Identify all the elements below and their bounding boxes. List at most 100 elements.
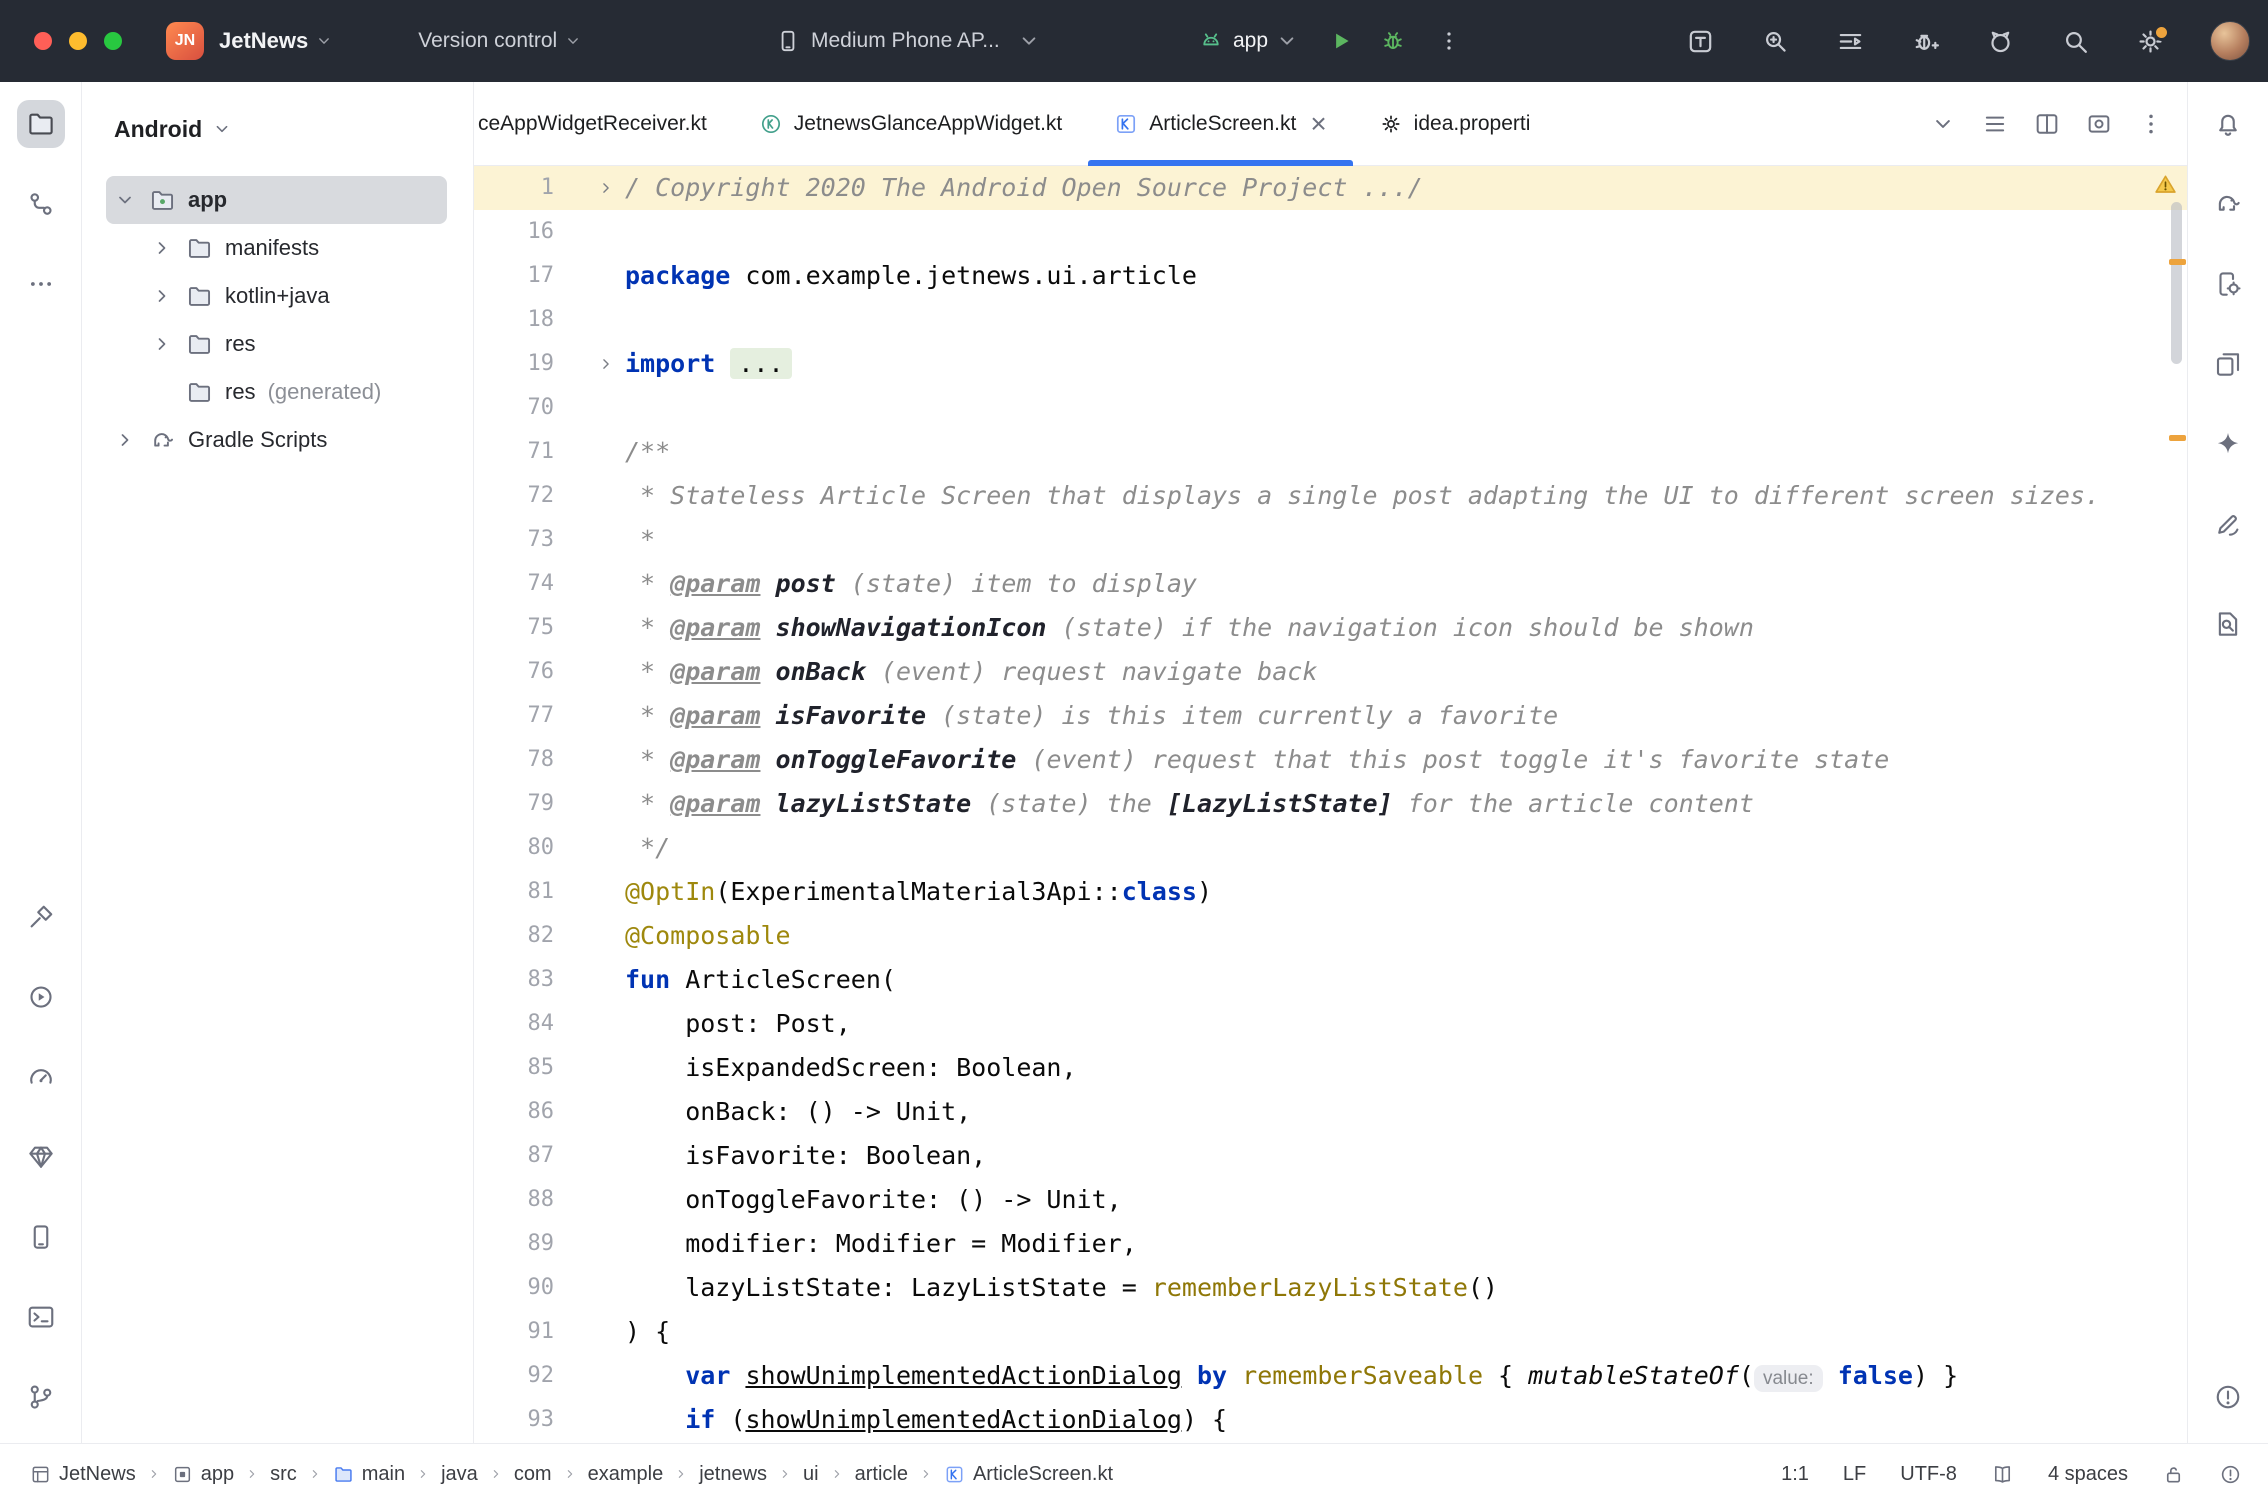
breadcrumb-item-articlescreen-kt[interactable]: ArticleScreen.kt (944, 1463, 1113, 1486)
code-text[interactable] (625, 386, 2187, 430)
tool-button-profiler-gauge[interactable] (17, 1053, 65, 1101)
breadcrumb-item-main[interactable]: main (333, 1463, 405, 1486)
code-text[interactable]: post: Post, (625, 1002, 2187, 1046)
breadcrumb-item-jetnews[interactable]: jetnews (699, 1463, 767, 1486)
vcs-widget[interactable]: Version control (418, 29, 557, 53)
code-text[interactable]: * @param lazyListState (state) the [Lazy… (625, 782, 2187, 826)
code-text[interactable]: ) { (625, 1310, 2187, 1354)
code-text[interactable]: onBack: () -> Unit, (625, 1090, 2187, 1134)
tool-button-find-in-file[interactable] (2204, 600, 2252, 648)
code-text[interactable]: * @param onBack (event) request navigate… (625, 650, 2187, 694)
chevron-right-icon[interactable] (150, 236, 174, 260)
project-view-selector[interactable]: Android (82, 82, 473, 176)
code-text[interactable]: import ... (625, 342, 2187, 386)
code-text[interactable]: */ (625, 826, 2187, 870)
editor-tab-ceappwidgetreceiver-kt[interactable]: ceAppWidgetReceiver.kt (474, 82, 733, 165)
tree-item-app[interactable]: app (106, 176, 447, 224)
tool-button-live-edit[interactable] (2204, 500, 2252, 548)
device-selector[interactable]: Medium Phone AP... (775, 28, 1042, 54)
code-text[interactable]: var showUnimplementedActionDialog by rem… (625, 1354, 2187, 1398)
warning-triangle-icon[interactable] (2152, 172, 2179, 197)
breadcrumb-item-java[interactable]: java (441, 1463, 478, 1486)
breadcrumb-item-src[interactable]: src (270, 1463, 297, 1486)
code-text[interactable]: lazyListState: LazyListState = rememberL… (625, 1266, 2187, 1310)
code-text[interactable]: modifier: Modifier = Modifier, (625, 1222, 2187, 1266)
code-text[interactable]: package com.example.jetnews.ui.article (625, 254, 2187, 298)
tool-button-build[interactable] (17, 893, 65, 941)
tool-button-gemini[interactable] (2204, 420, 2252, 468)
editor-scrollbar[interactable] (2171, 202, 2182, 364)
tree-item-kotlin-java[interactable]: kotlin+java (106, 272, 447, 320)
code-text[interactable]: / Copyright 2020 The Android Open Source… (625, 166, 2187, 210)
reading-mode-toggle[interactable] (1991, 1463, 2014, 1486)
editor-more-icon[interactable] (2137, 110, 2165, 138)
code-text[interactable]: * @param isFavorite (state) is this item… (625, 694, 2187, 738)
chevron-down-icon[interactable] (314, 31, 334, 51)
tool-button-more-tools[interactable] (17, 260, 65, 308)
tool-button-version-control[interactable] (17, 1373, 65, 1421)
run-button[interactable] (1328, 28, 1354, 54)
code-editor[interactable]: 1/ Copyright 2020 The Android Open Sourc… (474, 166, 2187, 1443)
tool-button-services[interactable] (17, 973, 65, 1021)
code-text[interactable] (625, 210, 2187, 254)
close-window-button[interactable] (34, 32, 52, 50)
breadcrumb-item-jetnews[interactable]: JetNews (30, 1463, 136, 1486)
tool-button-commit[interactable] (17, 180, 65, 228)
profiler-icon[interactable] (1985, 26, 2016, 57)
inspections-widget[interactable] (2219, 1463, 2242, 1486)
warning-stripe-mark[interactable] (2169, 435, 2186, 441)
code-text[interactable] (625, 298, 2187, 342)
code-text[interactable]: * Stateless Article Screen that displays… (625, 474, 2187, 518)
more-run-options-icon[interactable] (1436, 28, 1462, 54)
tool-button-device-manager[interactable] (2204, 260, 2252, 308)
chevron-right-icon[interactable] (596, 354, 616, 374)
caret-position[interactable]: 1:1 (1781, 1463, 1809, 1486)
chevron-right-icon[interactable] (596, 178, 616, 198)
tool-button-device-explorer[interactable] (17, 1213, 65, 1261)
code-text[interactable]: * @param showNavigationIcon (state) if t… (625, 606, 2187, 650)
debug-insights-icon[interactable] (1910, 26, 1941, 57)
code-text[interactable]: @Composable (625, 914, 2187, 958)
chevron-right-icon[interactable] (150, 284, 174, 308)
line-separator[interactable]: LF (1843, 1463, 1866, 1486)
zoom-window-button[interactable] (104, 32, 122, 50)
search-code-icon[interactable] (1760, 26, 1791, 57)
user-avatar[interactable] (2210, 21, 2250, 61)
tool-button-terminal[interactable] (17, 1293, 65, 1341)
file-encoding[interactable]: UTF-8 (1900, 1463, 1957, 1486)
code-text[interactable]: isFavorite: Boolean, (625, 1134, 2187, 1178)
chevron-down-icon[interactable] (563, 31, 583, 51)
tool-button-notifications[interactable] (2204, 100, 2252, 148)
minimize-window-button[interactable] (69, 32, 87, 50)
tool-button-project-folder[interactable] (17, 100, 65, 148)
tool-button-gradle-elephant[interactable] (2204, 180, 2252, 228)
split-editor-icon[interactable] (2033, 110, 2061, 138)
tree-item-gradle-scripts[interactable]: Gradle Scripts (106, 416, 447, 464)
code-text[interactable]: onToggleFavorite: () -> Unit, (625, 1178, 2187, 1222)
device-frame-icon[interactable] (1685, 26, 1716, 57)
breadcrumb-item-com[interactable]: com (514, 1463, 552, 1486)
breadcrumb-item-ui[interactable]: ui (803, 1463, 819, 1486)
code-text[interactable]: * (625, 518, 2187, 562)
tab-list-chevron-icon[interactable] (1929, 110, 1957, 138)
chevron-down-icon[interactable] (1274, 28, 1300, 54)
tree-item-res[interactable]: res (106, 320, 447, 368)
indent-size[interactable]: 4 spaces (2048, 1463, 2128, 1486)
chevron-down-icon[interactable] (113, 188, 137, 212)
editor-tab-jetnewsglanceappwidget-kt[interactable]: JetnewsGlanceAppWidget.kt (733, 82, 1088, 165)
tree-item-manifests[interactable]: manifests (106, 224, 447, 272)
tree-item-res[interactable]: res(generated) (106, 368, 447, 416)
screenshot-icon[interactable] (2085, 110, 2113, 138)
code-text[interactable]: * @param onToggleFavorite (event) reques… (625, 738, 2187, 782)
close-tab-icon[interactable]: × (1310, 110, 1326, 138)
run-tasks-icon[interactable] (1835, 26, 1866, 57)
debug-button[interactable] (1380, 28, 1406, 54)
settings-button[interactable] (2135, 26, 2166, 57)
run-configuration-label[interactable]: app (1233, 29, 1268, 53)
code-text[interactable]: fun ArticleScreen( (625, 958, 2187, 1002)
breadcrumb-item-example[interactable]: example (588, 1463, 664, 1486)
code-text[interactable]: /** (625, 430, 2187, 474)
chevron-right-icon[interactable] (113, 428, 137, 452)
warning-stripe-mark[interactable] (2169, 259, 2186, 265)
file-writable-toggle[interactable] (2162, 1463, 2185, 1486)
